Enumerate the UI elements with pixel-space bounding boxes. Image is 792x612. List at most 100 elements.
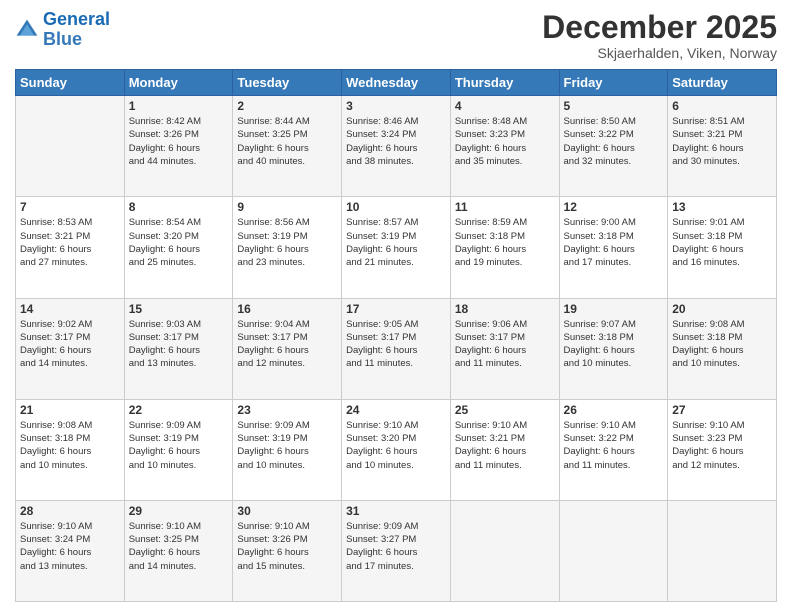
week-row-4: 21 Sunrise: 9:08 AM Sunset: 3:18 PM Dayli…: [16, 399, 777, 500]
day-number: 4: [455, 99, 555, 113]
day-header-wednesday: Wednesday: [342, 70, 451, 96]
day-number: 20: [672, 302, 772, 316]
day-info: Sunrise: 9:08 AM Sunset: 3:18 PM Dayligh…: [672, 318, 772, 371]
day-info: Sunrise: 9:10 AM Sunset: 3:21 PM Dayligh…: [455, 419, 555, 472]
day-number: 19: [564, 302, 664, 316]
day-number: 21: [20, 403, 120, 417]
day-cell: 29Sunrise: 9:10 AM Sunset: 3:25 PM Dayli…: [124, 500, 233, 601]
day-cell: 15Sunrise: 9:03 AM Sunset: 3:17 PM Dayli…: [124, 298, 233, 399]
days-row: SundayMondayTuesdayWednesdayThursdayFrid…: [16, 70, 777, 96]
day-info: Sunrise: 9:06 AM Sunset: 3:17 PM Dayligh…: [455, 318, 555, 371]
day-info: Sunrise: 9:10 AM Sunset: 3:26 PM Dayligh…: [237, 520, 337, 573]
day-cell: [559, 500, 668, 601]
header: General Blue December 2025 Skjaerhalden,…: [15, 10, 777, 61]
day-number: 13: [672, 200, 772, 214]
day-info: Sunrise: 8:54 AM Sunset: 3:20 PM Dayligh…: [129, 216, 229, 269]
day-number: 1: [129, 99, 229, 113]
day-info: Sunrise: 9:09 AM Sunset: 3:19 PM Dayligh…: [237, 419, 337, 472]
day-info: Sunrise: 9:10 AM Sunset: 3:20 PM Dayligh…: [346, 419, 446, 472]
day-cell: 18 Sunrise: 9:06 AM Sunset: 3:17 PM Dayli…: [450, 298, 559, 399]
day-info: Sunrise: 8:44 AM Sunset: 3:25 PM Dayligh…: [237, 115, 337, 168]
day-info: Sunrise: 8:56 AM Sunset: 3:19 PM Dayligh…: [237, 216, 337, 269]
day-number: 10: [346, 200, 446, 214]
day-info: Sunrise: 9:07 AM Sunset: 3:18 PM Dayligh…: [564, 318, 664, 371]
day-number: 31: [346, 504, 446, 518]
day-number: 8: [129, 200, 229, 214]
day-number: 30: [237, 504, 337, 518]
day-number: 7: [20, 200, 120, 214]
day-cell: 19 Sunrise: 9:07 AM Sunset: 3:18 PM Dayli…: [559, 298, 668, 399]
day-info: Sunrise: 9:10 AM Sunset: 3:24 PM Dayligh…: [20, 520, 120, 573]
day-number: 2: [237, 99, 337, 113]
day-number: 24: [346, 403, 446, 417]
day-header-thursday: Thursday: [450, 70, 559, 96]
day-info: Sunrise: 9:00 AM Sunset: 3:18 PM Dayligh…: [564, 216, 664, 269]
day-cell: [450, 500, 559, 601]
calendar-header: SundayMondayTuesdayWednesdayThursdayFrid…: [16, 70, 777, 96]
week-row-1: 1Sunrise: 8:42 AM Sunset: 3:26 PM Daylig…: [16, 96, 777, 197]
day-number: 27: [672, 403, 772, 417]
day-number: 3: [346, 99, 446, 113]
day-info: Sunrise: 8:50 AM Sunset: 3:22 PM Dayligh…: [564, 115, 664, 168]
day-number: 12: [564, 200, 664, 214]
day-cell: 1Sunrise: 8:42 AM Sunset: 3:26 PM Daylig…: [124, 96, 233, 197]
logo-line2: Blue: [43, 29, 82, 49]
day-info: Sunrise: 8:48 AM Sunset: 3:23 PM Dayligh…: [455, 115, 555, 168]
day-info: Sunrise: 9:09 AM Sunset: 3:19 PM Dayligh…: [129, 419, 229, 472]
day-number: 11: [455, 200, 555, 214]
day-number: 6: [672, 99, 772, 113]
day-header-friday: Friday: [559, 70, 668, 96]
day-cell: 20 Sunrise: 9:08 AM Sunset: 3:18 PM Dayli…: [668, 298, 777, 399]
day-cell: 23Sunrise: 9:09 AM Sunset: 3:19 PM Dayli…: [233, 399, 342, 500]
day-info: Sunrise: 9:10 AM Sunset: 3:23 PM Dayligh…: [672, 419, 772, 472]
day-number: 5: [564, 99, 664, 113]
day-cell: 30 Sunrise: 9:10 AM Sunset: 3:26 PM Dayli…: [233, 500, 342, 601]
day-cell: 17Sunrise: 9:05 AM Sunset: 3:17 PM Dayli…: [342, 298, 451, 399]
day-info: Sunrise: 9:08 AM Sunset: 3:18 PM Dayligh…: [20, 419, 120, 472]
day-header-tuesday: Tuesday: [233, 70, 342, 96]
day-info: Sunrise: 8:59 AM Sunset: 3:18 PM Dayligh…: [455, 216, 555, 269]
week-row-5: 28 Sunrise: 9:10 AM Sunset: 3:24 PM Dayli…: [16, 500, 777, 601]
day-cell: 3Sunrise: 8:46 AM Sunset: 3:24 PM Daylig…: [342, 96, 451, 197]
day-cell: 13 Sunrise: 9:01 AM Sunset: 3:18 PM Dayli…: [668, 197, 777, 298]
day-number: 16: [237, 302, 337, 316]
day-number: 18: [455, 302, 555, 316]
day-cell: 8 Sunrise: 8:54 AM Sunset: 3:20 PM Daylig…: [124, 197, 233, 298]
day-info: Sunrise: 8:53 AM Sunset: 3:21 PM Dayligh…: [20, 216, 120, 269]
day-cell: 9 Sunrise: 8:56 AM Sunset: 3:19 PM Daylig…: [233, 197, 342, 298]
month-title: December 2025: [542, 10, 777, 45]
day-info: Sunrise: 9:09 AM Sunset: 3:27 PM Dayligh…: [346, 520, 446, 573]
day-info: Sunrise: 8:51 AM Sunset: 3:21 PM Dayligh…: [672, 115, 772, 168]
logo-line1: General: [43, 9, 110, 29]
day-cell: 10 Sunrise: 8:57 AM Sunset: 3:19 PM Dayli…: [342, 197, 451, 298]
day-cell: 28 Sunrise: 9:10 AM Sunset: 3:24 PM Dayli…: [16, 500, 125, 601]
day-header-monday: Monday: [124, 70, 233, 96]
day-cell: [16, 96, 125, 197]
day-cell: 7 Sunrise: 8:53 AM Sunset: 3:21 PM Daylig…: [16, 197, 125, 298]
day-cell: 27 Sunrise: 9:10 AM Sunset: 3:23 PM Dayli…: [668, 399, 777, 500]
day-cell: 16 Sunrise: 9:04 AM Sunset: 3:17 PM Dayli…: [233, 298, 342, 399]
day-number: 28: [20, 504, 120, 518]
day-cell: 5 Sunrise: 8:50 AM Sunset: 3:22 PM Daylig…: [559, 96, 668, 197]
day-info: Sunrise: 9:02 AM Sunset: 3:17 PM Dayligh…: [20, 318, 120, 371]
day-cell: [668, 500, 777, 601]
day-cell: 21 Sunrise: 9:08 AM Sunset: 3:18 PM Dayli…: [16, 399, 125, 500]
logo: General Blue: [15, 10, 110, 50]
logo-icon: [15, 18, 39, 42]
day-info: Sunrise: 9:04 AM Sunset: 3:17 PM Dayligh…: [237, 318, 337, 371]
day-info: Sunrise: 9:01 AM Sunset: 3:18 PM Dayligh…: [672, 216, 772, 269]
day-number: 9: [237, 200, 337, 214]
day-number: 17: [346, 302, 446, 316]
day-cell: 25Sunrise: 9:10 AM Sunset: 3:21 PM Dayli…: [450, 399, 559, 500]
day-cell: 31 Sunrise: 9:09 AM Sunset: 3:27 PM Dayli…: [342, 500, 451, 601]
location: Skjaerhalden, Viken, Norway: [542, 45, 777, 61]
day-cell: 12 Sunrise: 9:00 AM Sunset: 3:18 PM Dayli…: [559, 197, 668, 298]
title-block: December 2025 Skjaerhalden, Viken, Norwa…: [542, 10, 777, 61]
day-cell: 2 Sunrise: 8:44 AM Sunset: 3:25 PM Daylig…: [233, 96, 342, 197]
day-cell: 6 Sunrise: 8:51 AM Sunset: 3:21 PM Daylig…: [668, 96, 777, 197]
day-info: Sunrise: 8:57 AM Sunset: 3:19 PM Dayligh…: [346, 216, 446, 269]
day-number: 22: [129, 403, 229, 417]
day-number: 29: [129, 504, 229, 518]
day-number: 14: [20, 302, 120, 316]
logo-text: General Blue: [43, 10, 110, 50]
